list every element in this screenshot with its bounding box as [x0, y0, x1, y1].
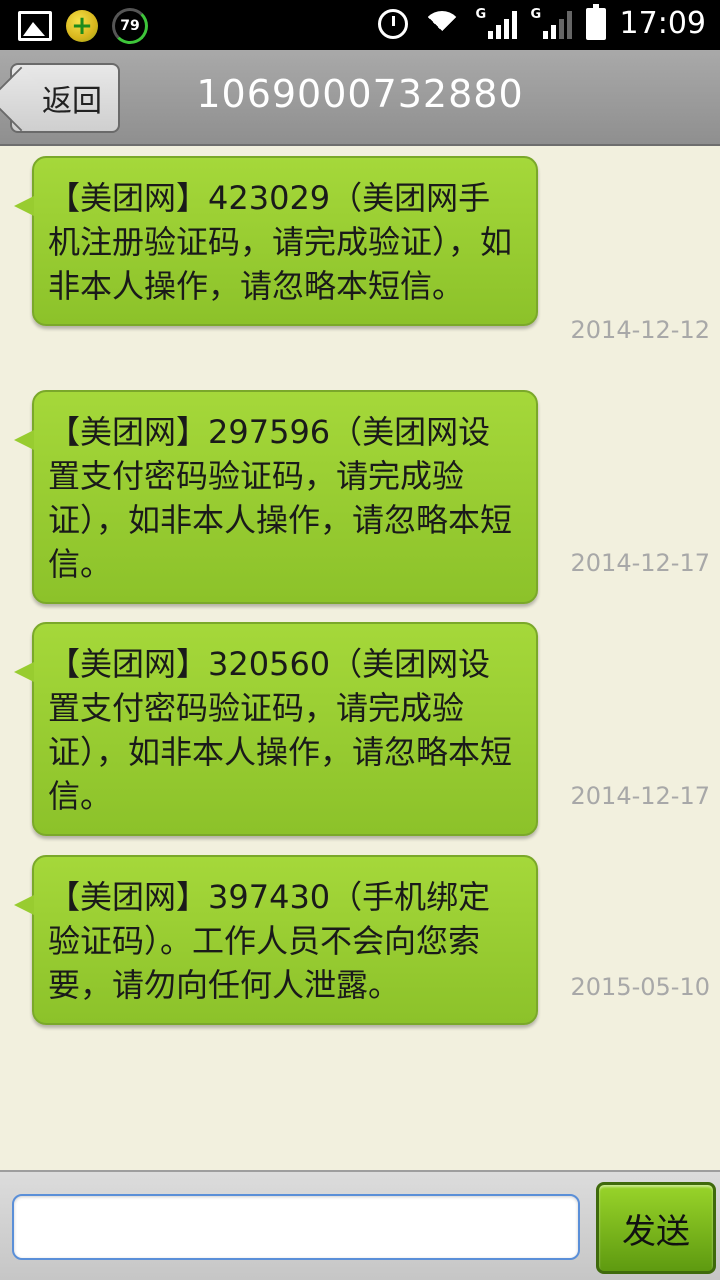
message-input[interactable] — [12, 1194, 580, 1260]
battery-percent-ring-icon: 79 — [112, 8, 148, 44]
message-bubble[interactable]: 【美团网】320560（美团网设置支付密码验证码，请完成验证），如非本人操作，请… — [14, 622, 538, 836]
status-bar-notifications: + 79 — [18, 8, 148, 44]
conversation-header: 返回 1069000732880 — [0, 50, 720, 146]
message-bubble[interactable]: 【美团网】397430（手机绑定验证码）。工作人员不会向您索要，请勿向任何人泄露… — [14, 855, 538, 1025]
message-bubble[interactable]: 【美团网】297596（美团网设置支付密码验证码，请完成验证），如非本人操作，请… — [14, 390, 538, 604]
battery-badge-value: 79 — [120, 18, 140, 34]
message-item[interactable]: 【美团网】297596（美团网设置支付密码验证码，请完成验证），如非本人操作，请… — [14, 390, 538, 604]
gallery-icon — [18, 11, 52, 41]
message-date: 2014-12-17 — [570, 549, 710, 577]
message-item[interactable]: 【美团网】320560（美团网设置支付密码验证码，请完成验证），如非本人操作，请… — [14, 622, 538, 836]
clock: 17:09 — [619, 6, 706, 41]
message-date: 2015-05-10 — [570, 973, 710, 1001]
alarm-icon — [377, 8, 408, 39]
signal-icon: G — [475, 6, 517, 39]
security-app-icon: + — [66, 10, 98, 42]
signal-icon-2: G — [530, 6, 572, 39]
conversation-title: 1069000732880 — [196, 72, 524, 116]
status-bar: + 79 G G 17:09 — [0, 0, 720, 50]
message-date: 2014-12-12 — [570, 316, 710, 344]
network-type-label-2: G — [530, 6, 542, 22]
network-type-label: G — [475, 6, 487, 22]
message-list[interactable]: 【美团网】423029（美团网手机注册验证码，请完成验证），如非本人操作，请忽略… — [0, 148, 720, 1170]
message-bubble[interactable]: 【美团网】423029（美团网手机注册验证码，请完成验证），如非本人操作，请忽略… — [14, 156, 538, 326]
message-date: 2014-12-17 — [570, 782, 710, 810]
battery-icon — [585, 3, 606, 40]
message-item[interactable]: 【美团网】397430（手机绑定验证码）。工作人员不会向您索要，请勿向任何人泄露… — [14, 855, 538, 1025]
message-item[interactable]: 【美团网】423029（美团网手机注册验证码，请完成验证），如非本人操作，请忽略… — [14, 156, 538, 326]
send-button[interactable]: 发送 — [596, 1182, 716, 1274]
compose-bar: 发送 — [0, 1170, 720, 1280]
wifi-icon — [421, 9, 462, 39]
status-bar-system: G G 17:09 — [377, 3, 706, 41]
